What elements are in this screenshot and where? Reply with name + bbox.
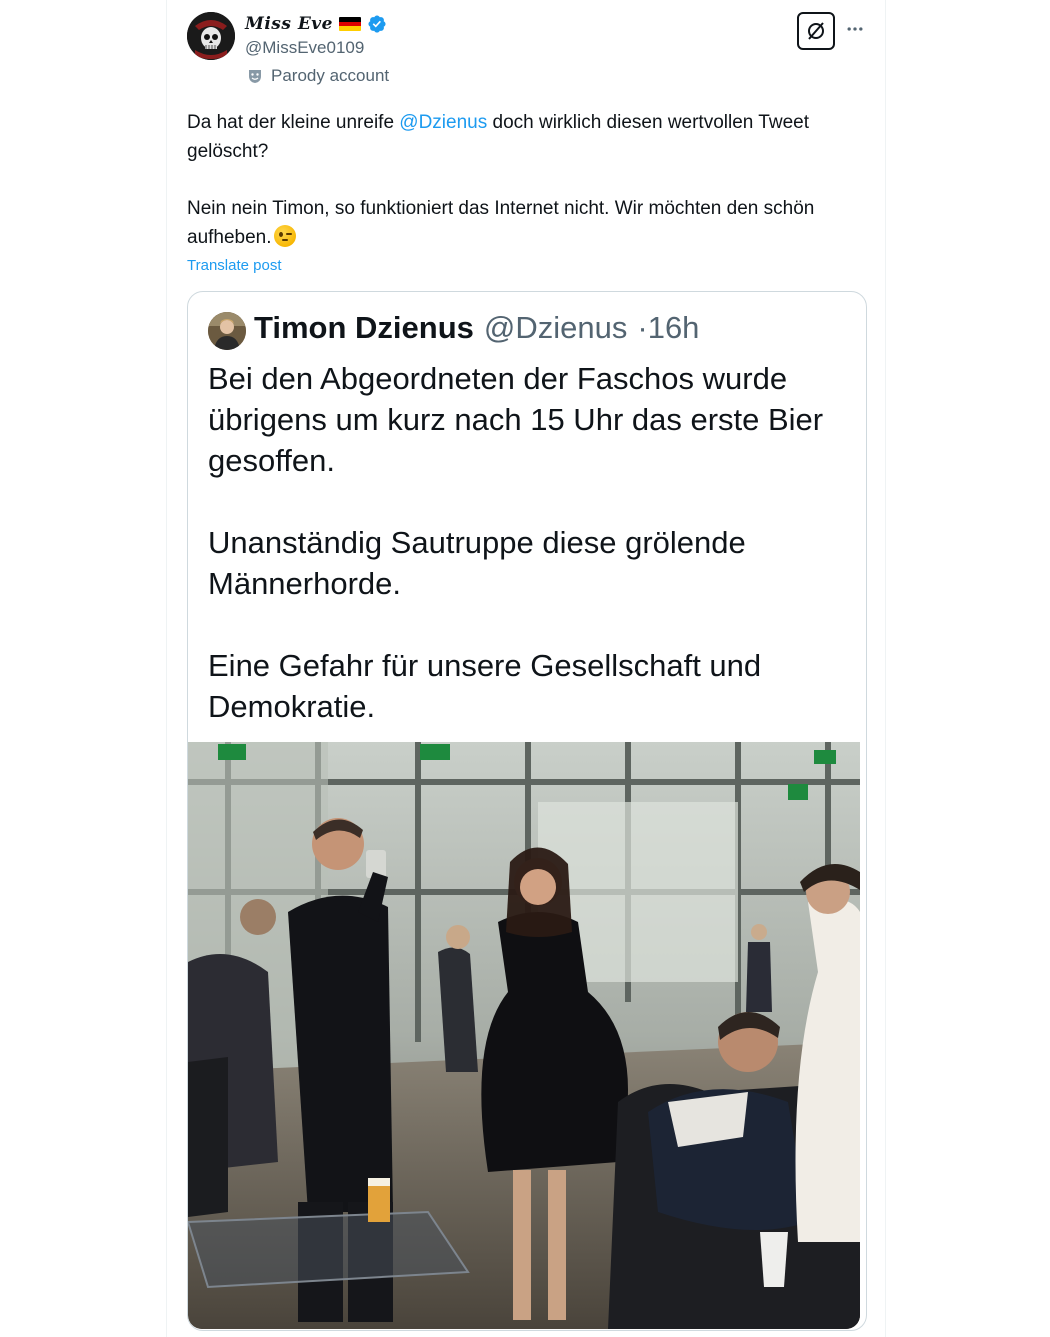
author-name-row: Miss Eve <box>245 12 387 36</box>
skull-avatar-icon <box>187 12 235 60</box>
quoted-post[interactable]: Timon Dzienus @Dzienus ·16h Bei den Abge… <box>187 291 867 1331</box>
author-avatar[interactable] <box>187 12 235 60</box>
more-dots-icon <box>847 27 863 31</box>
quoted-display-name[interactable]: Timon Dzienus <box>254 310 474 346</box>
author-display-name[interactable]: Miss Eve <box>245 14 333 34</box>
parody-label-text: Parody account <box>271 66 390 85</box>
parody-label: Parody account <box>247 66 389 86</box>
post-paragraph-1: Da hat der kleine unreife @Dzienus doch … <box>187 112 809 162</box>
translate-post-link[interactable]: Translate post <box>187 257 282 274</box>
more-options-button[interactable] <box>843 14 867 44</box>
quoted-header: Timon Dzienus @Dzienus ·16h <box>254 310 699 350</box>
author-handle[interactable]: @MissEve0109 <box>245 38 364 58</box>
person-avatar-icon <box>208 312 246 350</box>
quoted-author-avatar[interactable] <box>208 312 246 350</box>
winking-face-emoji-icon <box>273 225 296 247</box>
post-card: Miss Eve @MissEve0109 Parody account Da … <box>166 0 886 1337</box>
mention-link[interactable]: @Dzienus <box>399 112 487 133</box>
quoted-photo[interactable] <box>188 742 860 1329</box>
germany-flag-icon <box>339 17 361 31</box>
quoted-handle[interactable]: @Dzienus <box>484 310 627 346</box>
photo-lobby-scene <box>188 742 860 1329</box>
post-body: Da hat der kleine unreife @Dzienus doch … <box>187 108 847 252</box>
quoted-body: Bei den Abgeordneten der Faschos wurde ü… <box>208 358 848 727</box>
grok-button[interactable] <box>797 12 835 50</box>
grok-icon <box>808 22 824 40</box>
quoted-paragraph-1: Bei den Abgeordneten der Faschos wurde ü… <box>208 361 824 478</box>
quoted-timestamp[interactable]: ·16h <box>637 310 699 346</box>
quoted-paragraph-2: Unanständig Sautruppe diese grölende Män… <box>208 525 746 601</box>
parody-mask-icon <box>249 70 261 83</box>
post-paragraph-2: Nein nein Timon, so funktioniert das Int… <box>187 198 815 248</box>
verified-badge-icon[interactable] <box>367 14 387 34</box>
quoted-paragraph-3: Eine Gefahr für unsere Gesellschaft und … <box>208 648 762 724</box>
